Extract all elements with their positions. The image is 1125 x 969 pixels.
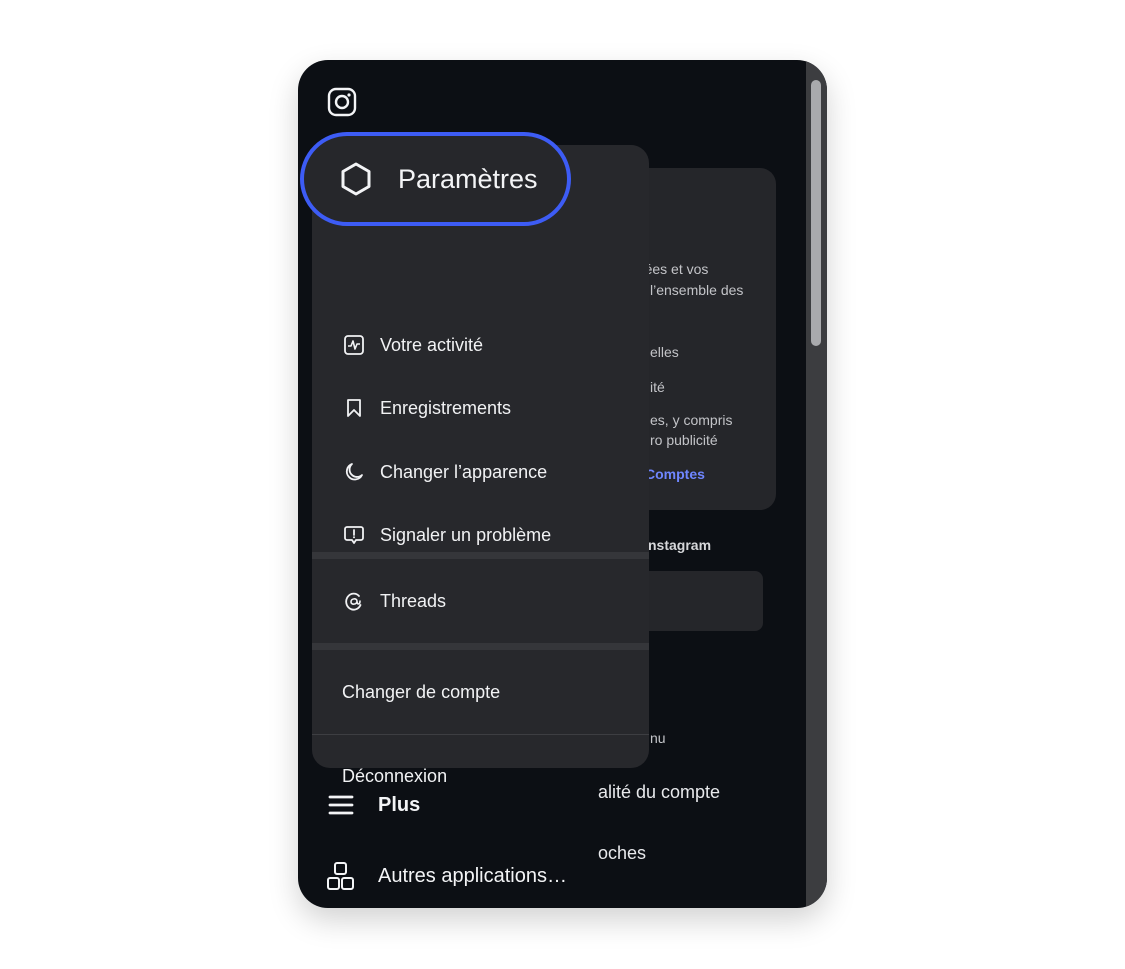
menu-item-label: Votre activité: [380, 334, 484, 355]
menu-icon: [326, 790, 356, 820]
menu-item-label: Enregistrements: [380, 397, 512, 418]
section-label: nstagram: [648, 537, 712, 553]
apps-icon: [326, 861, 356, 891]
settings-menu-item[interactable]: Paramètres: [300, 132, 571, 226]
phone-frame: ngées et vos l’ensemble des elles ité es…: [298, 60, 827, 908]
more-menu-popup: Votre activité Enregistrements Changer l…: [312, 145, 649, 786]
settings-label: Paramètres: [398, 163, 538, 194]
card-text: l’ensemble des: [650, 282, 744, 298]
menu-item-label: Threads: [380, 590, 447, 611]
threads-icon: [342, 589, 366, 613]
card-text: ro publicité: [650, 432, 718, 448]
nav-more[interactable]: Plus: [326, 785, 420, 825]
card-text: es, y compris: [650, 412, 733, 428]
menu-item-appearance[interactable]: Changer l’apparence: [312, 442, 649, 502]
instagram-logo-icon[interactable]: [327, 87, 357, 117]
menu-item-activity[interactable]: Votre activité: [312, 315, 649, 375]
background-line: nu: [650, 730, 666, 746]
menu-item-switch-account[interactable]: Changer de compte: [312, 662, 649, 722]
menu-item-saved[interactable]: Enregistrements: [312, 378, 649, 438]
menu-divider: [312, 552, 649, 559]
menu-item-label: Signaler un problème: [380, 524, 552, 545]
menu-divider: [312, 643, 649, 650]
nav-more-label: Plus: [378, 793, 421, 816]
accounts-center-link[interactable]: Comptes: [645, 464, 705, 484]
scrollbar-thumb[interactable]: [811, 80, 821, 346]
menu-item-threads[interactable]: Threads: [312, 571, 649, 631]
report-icon: [342, 523, 366, 547]
nav-other-apps[interactable]: Autres applications…: [326, 856, 567, 896]
menu-item-label: Déconnexion: [342, 765, 448, 786]
menu-item-label: Changer de compte: [342, 681, 501, 702]
gear-icon: [338, 161, 374, 197]
card-text: elles: [650, 344, 679, 360]
moon-icon: [342, 460, 366, 484]
bookmark-icon: [342, 396, 366, 420]
accounts-center-card: [628, 168, 776, 510]
background-line: oches: [598, 843, 647, 863]
activity-icon: [342, 333, 366, 357]
card-text: ité: [650, 379, 665, 395]
nav-other-apps-label: Autres applications…: [378, 864, 567, 887]
menu-divider: [312, 734, 649, 735]
menu-item-label: Changer l’apparence: [380, 461, 548, 482]
